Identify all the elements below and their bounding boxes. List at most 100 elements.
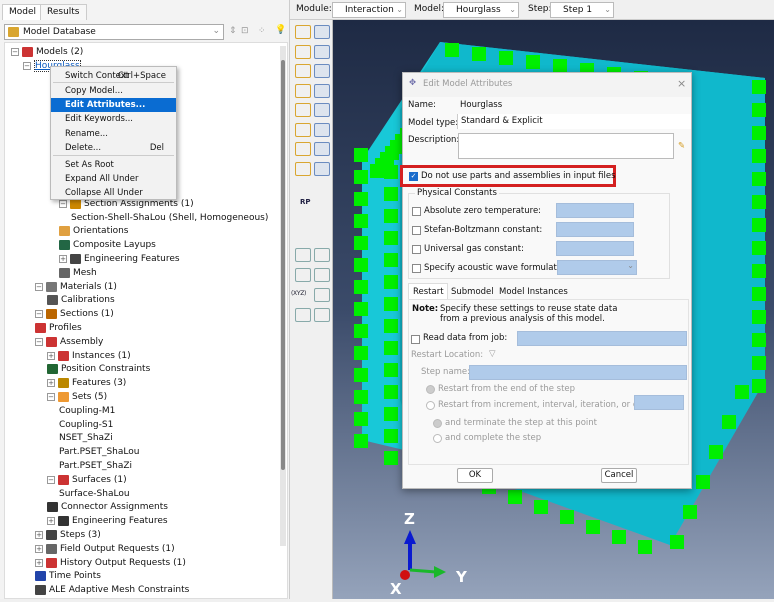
- constant-checkbox[interactable]: [412, 207, 421, 216]
- tool-button-icon[interactable]: [295, 103, 311, 117]
- tree-item[interactable]: Section-Shell-ShaLou (Shell, Homogeneous…: [71, 211, 268, 225]
- model-type-field[interactable]: Standard & Explicit: [457, 114, 691, 129]
- tree-item[interactable]: Part.PSET_ShaZi: [59, 459, 132, 473]
- collapse-icon[interactable]: −: [47, 475, 55, 484]
- pencil-icon[interactable]: ✎: [678, 141, 685, 151]
- model-select[interactable]: Hourglass ⌄: [443, 2, 519, 18]
- tool-button-icon[interactable]: [295, 142, 311, 156]
- tool-button-icon[interactable]: [295, 25, 311, 39]
- tree-item[interactable]: + Field Output Requests (1): [35, 542, 175, 556]
- expand-icon[interactable]: +: [35, 544, 43, 553]
- constant-checkbox[interactable]: [412, 245, 421, 254]
- increment-field[interactable]: [634, 395, 684, 410]
- tree-item[interactable]: Surface-ShaLou: [59, 487, 130, 501]
- collapse-icon[interactable]: −: [59, 199, 67, 208]
- tree-item[interactable]: − Assembly: [35, 335, 103, 349]
- tree-item[interactable]: + Steps (3): [35, 528, 101, 542]
- tree-item[interactable]: Time Points: [35, 569, 101, 583]
- tree-item[interactable]: Composite Layups: [59, 238, 156, 252]
- tool-button-icon[interactable]: [314, 288, 330, 302]
- menu-item[interactable]: Copy Model...: [51, 84, 176, 98]
- tool-button-icon[interactable]: [295, 161, 311, 176]
- cancel-button[interactable]: Cancel: [601, 468, 637, 483]
- module-select[interactable]: Interaction ⌄: [332, 2, 406, 18]
- expand-icon[interactable]: +: [47, 517, 55, 526]
- tool-button-icon[interactable]: [314, 308, 330, 322]
- radio-increment[interactable]: [426, 401, 435, 410]
- radio-terminate[interactable]: [433, 419, 442, 428]
- tree-item[interactable]: − Sets (5): [47, 390, 107, 404]
- ok-button[interactable]: OK: [457, 468, 493, 483]
- filter-icon[interactable]: ▽: [489, 349, 496, 359]
- tree-item[interactable]: Position Constraints: [47, 362, 150, 376]
- tree-item[interactable]: − Sections (1): [35, 307, 114, 321]
- tree-item[interactable]: − Materials (1): [35, 280, 117, 294]
- collapse-icon[interactable]: −: [11, 48, 19, 56]
- tool-button-icon[interactable]: [314, 268, 330, 282]
- tool-button-icon[interactable]: [295, 83, 311, 98]
- read-job-field[interactable]: [517, 331, 687, 346]
- close-icon[interactable]: ×: [677, 77, 686, 90]
- collapse-icon[interactable]: −: [35, 282, 43, 291]
- tool-button-icon[interactable]: [295, 44, 311, 59]
- radio-complete[interactable]: [433, 434, 442, 443]
- constant-field[interactable]: ⌄: [557, 260, 637, 275]
- menu-item[interactable]: Edit Attributes...: [51, 98, 176, 112]
- constant-field[interactable]: [556, 203, 634, 218]
- tool-button-icon[interactable]: [295, 308, 311, 322]
- constant-checkbox[interactable]: [412, 226, 421, 235]
- constant-field[interactable]: [556, 241, 634, 256]
- menu-item[interactable]: Switch Context Ctrl+Space: [51, 69, 176, 83]
- tool-button-icon[interactable]: [314, 122, 330, 137]
- expand-icon[interactable]: +: [47, 379, 55, 388]
- tab-results[interactable]: Results: [40, 4, 87, 20]
- tool-button-icon[interactable]: [314, 64, 330, 78]
- tool-button-icon[interactable]: [295, 268, 311, 282]
- expand-icon[interactable]: +: [35, 531, 43, 539]
- tree-item[interactable]: Mesh: [59, 266, 97, 280]
- tool-button-icon[interactable]: [295, 248, 311, 262]
- constant-field[interactable]: [556, 222, 634, 237]
- tree-item[interactable]: Profiles: [35, 321, 82, 335]
- filter-icon[interactable]: ⁘: [258, 26, 266, 36]
- tab-submodel[interactable]: Submodel: [451, 287, 494, 297]
- tool-button-icon[interactable]: [295, 64, 311, 78]
- tool-button-icon[interactable]: [314, 83, 330, 98]
- tab-model-instances[interactable]: Model Instances: [499, 287, 568, 297]
- collapse-icon[interactable]: −: [35, 337, 43, 346]
- expand-icon[interactable]: +: [59, 255, 67, 263]
- tool-button-icon[interactable]: [314, 103, 330, 117]
- arrows-icon[interactable]: ⇕: [229, 26, 237, 36]
- collapse-icon[interactable]: −: [35, 310, 43, 319]
- tree-item[interactable]: Part.PSET_ShaLou: [59, 445, 139, 459]
- menu-item[interactable]: Delete... Del: [51, 141, 176, 155]
- reference-point-icon[interactable]: RP: [300, 198, 311, 206]
- collapse-icon[interactable]: −: [47, 393, 55, 401]
- tool-button-icon[interactable]: [314, 142, 330, 156]
- read-data-checkbox[interactable]: [411, 335, 420, 344]
- tree-item[interactable]: Connector Assignments: [47, 500, 168, 514]
- tree-item[interactable]: NSET_ShaZi: [59, 431, 113, 445]
- tool-button-icon[interactable]: [314, 161, 330, 176]
- tool-button-icon[interactable]: [314, 25, 330, 39]
- constant-checkbox[interactable]: [412, 264, 421, 273]
- tree-item[interactable]: + Engineering Features: [59, 252, 180, 266]
- expand-icon[interactable]: +: [35, 558, 43, 567]
- tool-button-icon[interactable]: [295, 122, 311, 137]
- lightbulb-icon[interactable]: 💡: [275, 25, 286, 35]
- tree-item[interactable]: ALE Adaptive Mesh Constraints: [35, 583, 189, 597]
- collapse-icon[interactable]: ⊡: [241, 26, 249, 36]
- menu-item[interactable]: Set As Root: [51, 158, 176, 172]
- database-selector[interactable]: Model Database ⌄: [4, 24, 224, 40]
- tree-item[interactable]: + Engineering Features: [47, 514, 168, 528]
- tree-item[interactable]: + Instances (1): [47, 349, 131, 363]
- no-parts-checkbox[interactable]: ✓: [409, 172, 418, 181]
- description-field[interactable]: [458, 133, 674, 159]
- dialog-titlebar[interactable]: ✥ Edit Model Attributes ×: [403, 73, 691, 97]
- tree-item[interactable]: Orientations: [59, 224, 129, 238]
- menu-item[interactable]: Rename...: [51, 127, 176, 141]
- tree-item[interactable]: Calibrations: [47, 293, 115, 307]
- tree-item[interactable]: − Models (2): [11, 45, 83, 59]
- tool-button-icon[interactable]: [314, 248, 330, 262]
- datum-csys-icon[interactable]: (XYZ): [291, 290, 306, 297]
